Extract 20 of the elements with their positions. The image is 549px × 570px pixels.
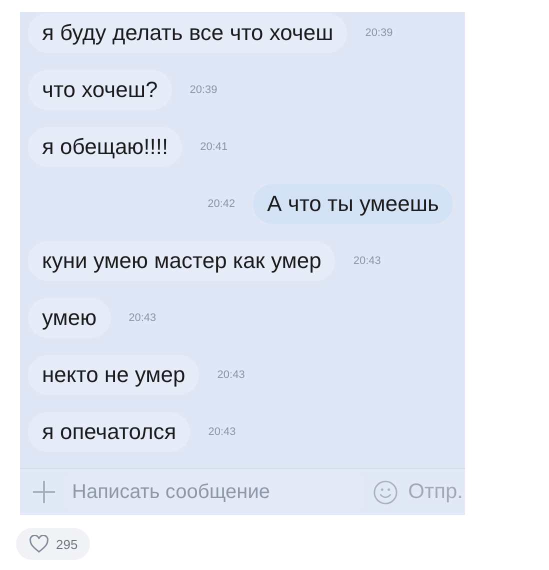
- message-bubble: А что ты умеешь: [253, 184, 453, 224]
- message-time: 20:43: [128, 312, 156, 324]
- message-bubble: умею: [28, 298, 111, 338]
- message-time: 20:39: [190, 84, 218, 96]
- plus-icon[interactable]: [32, 480, 56, 504]
- message-bubble: я опечатолся: [28, 412, 190, 452]
- message-time: 20:43: [217, 368, 245, 380]
- message-time: 20:41: [200, 140, 228, 152]
- message-bubble: что хочеш?: [28, 70, 172, 110]
- message-bubble: куни умею мастер как умер: [28, 240, 336, 280]
- heart-icon: [29, 535, 49, 553]
- like-button[interactable]: 295: [16, 528, 90, 560]
- smiley-icon[interactable]: [373, 480, 398, 504]
- message-time: 20:43: [208, 426, 236, 438]
- message-bubble: я обещаю!!!!: [28, 126, 182, 166]
- message-bubble: я буду делать все что хочеш: [28, 12, 348, 52]
- message-time: 20:43: [353, 254, 381, 266]
- message-time: 20:39: [365, 26, 393, 38]
- message-time: 20:42: [208, 198, 236, 210]
- message-bubble: некто не умер: [28, 354, 200, 394]
